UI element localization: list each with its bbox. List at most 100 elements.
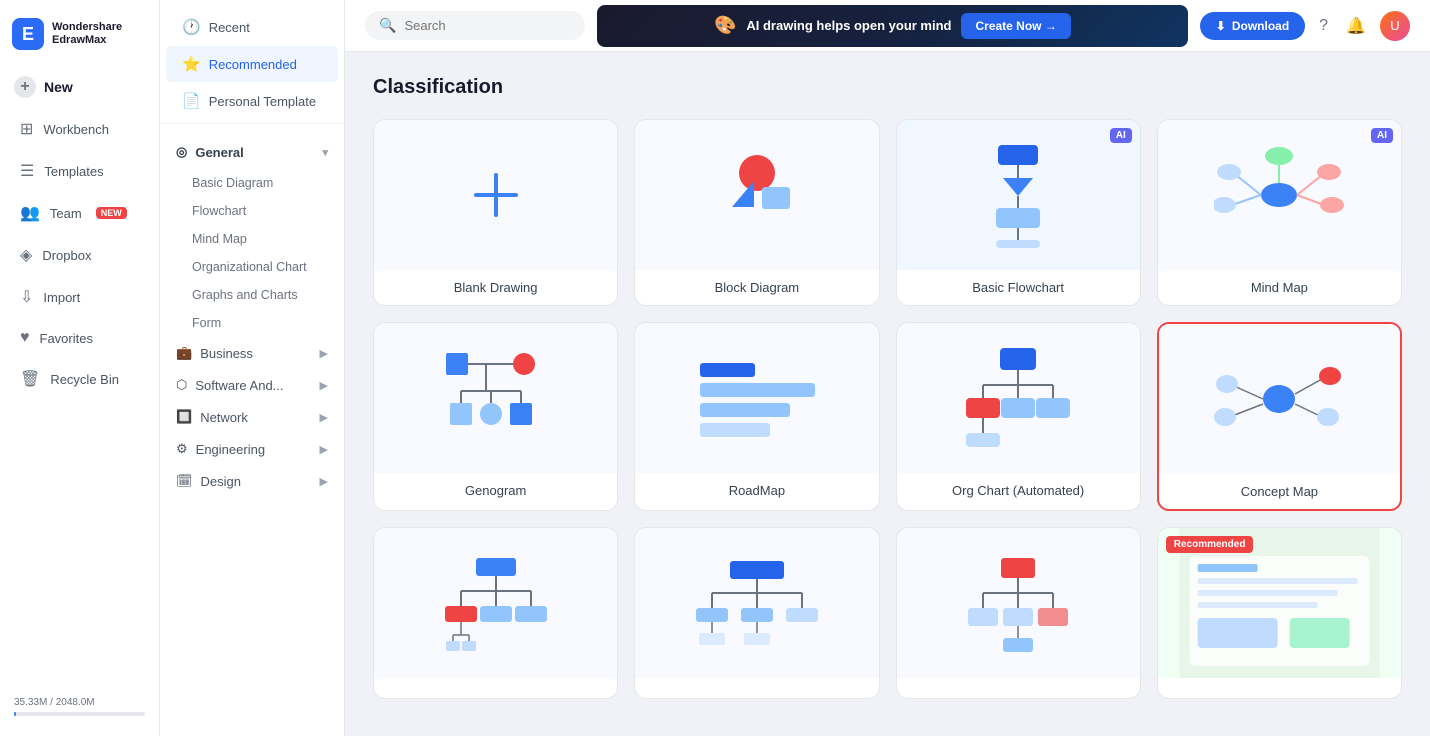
card-image-flowchart: AI xyxy=(897,120,1140,270)
logo-icon: E xyxy=(12,18,44,50)
card-image-mindmap: AI xyxy=(1158,120,1401,270)
new-button[interactable]: + New xyxy=(0,66,159,108)
block-diagram-icon xyxy=(702,145,812,245)
recycle-icon: 🗑 xyxy=(20,369,40,389)
card-label-tree2 xyxy=(897,678,1140,698)
roadmap-icon xyxy=(692,348,822,448)
sidebar-item-import[interactable]: ⇩ Import xyxy=(6,277,153,317)
sub-mind-map[interactable]: Mind Map xyxy=(160,225,344,253)
template-card-flowchart[interactable]: AI Basic Flowchart xyxy=(896,119,1141,306)
middle-panel: 🕐 Recent ⭐ Recommended 📄 Personal Templa… xyxy=(160,0,345,736)
template-card-genogram[interactable]: Genogram xyxy=(373,322,618,511)
network-category[interactable]: 🔲 Network ▶ xyxy=(160,401,344,433)
storage-track xyxy=(14,712,145,716)
new-badge: NEW xyxy=(96,207,127,219)
card-label-recommended-preview xyxy=(1158,678,1401,698)
general-chevron: ▾ xyxy=(322,146,328,159)
sub-graphs-charts[interactable]: Graphs and Charts xyxy=(160,281,344,309)
sidebar: E Wondershare EdrawMax + New ⊞ Workbench… xyxy=(0,0,160,736)
sub-basic-diagram[interactable]: Basic Diagram xyxy=(160,169,344,197)
card-image-block xyxy=(635,120,878,270)
ai-banner-icon: 🎨 xyxy=(714,15,736,36)
dropbox-icon: ◈ xyxy=(20,245,32,265)
general-category[interactable]: ◎ General ▾ xyxy=(160,135,344,169)
avatar[interactable]: U xyxy=(1380,11,1410,41)
sidebar-item-favorites[interactable]: ♥ Favorites xyxy=(6,319,153,357)
template-card-block[interactable]: Block Diagram xyxy=(634,119,879,306)
ai-banner[interactable]: 🎨 AI drawing helps open your mind Create… xyxy=(597,5,1188,47)
card-label-flowchart: Basic Flowchart xyxy=(897,270,1140,305)
template-card-tree1[interactable] xyxy=(373,527,618,699)
card-image-conceptmap xyxy=(1159,324,1400,474)
card-label-mindmap: Mind Map xyxy=(1158,270,1401,305)
card-label-orgchart: Org Chart (Automated) xyxy=(897,473,1140,508)
template-card-mindmap[interactable]: AI Mind Map xyxy=(1157,119,1402,306)
app-name: Wondershare EdrawMax xyxy=(52,21,122,47)
topbar: 🔍 🎨 AI drawing helps open your mind Crea… xyxy=(345,0,1430,52)
wbs-icon xyxy=(692,553,822,653)
main-content: 🔍 🎨 AI drawing helps open your mind Crea… xyxy=(345,0,1430,736)
engineering-category[interactable]: ⚙ Engineering ▶ xyxy=(160,433,344,465)
help-button[interactable]: ? xyxy=(1315,13,1332,39)
sub-org-chart[interactable]: Organizational Chart xyxy=(160,253,344,281)
team-icon: 👥 xyxy=(20,203,40,223)
search-icon: 🔍 xyxy=(379,17,396,34)
sub-flowchart[interactable]: Flowchart xyxy=(160,197,344,225)
app-logo: E Wondershare EdrawMax xyxy=(0,10,159,66)
network-chevron: ▶ xyxy=(320,411,328,424)
card-label-genogram: Genogram xyxy=(374,473,617,508)
recommended-item[interactable]: ⭐ Recommended xyxy=(166,46,338,82)
card-image-recommended-preview: Recommended xyxy=(1158,528,1401,678)
workbench-icon: ⊞ xyxy=(20,119,33,139)
mindmap-icon xyxy=(1214,140,1344,250)
sidebar-item-dropbox[interactable]: ◈ Dropbox xyxy=(6,235,153,275)
template-card-wbs[interactable] xyxy=(634,527,879,699)
card-label-block: Block Diagram xyxy=(635,270,878,305)
template-card-tree2[interactable] xyxy=(896,527,1141,699)
notification-button[interactable]: 🔔 xyxy=(1342,12,1370,40)
template-card-orgchart[interactable]: Org Chart (Automated) xyxy=(896,322,1141,511)
card-image-tree1 xyxy=(374,528,617,678)
search-input[interactable] xyxy=(404,18,571,33)
template-card-conceptmap[interactable]: Concept Map xyxy=(1157,322,1402,511)
business-category[interactable]: 💼 Business ▶ xyxy=(160,337,344,369)
import-icon: ⇩ xyxy=(20,287,33,307)
ai-badge-mindmap: AI xyxy=(1371,128,1393,143)
card-label-conceptmap: Concept Map xyxy=(1159,474,1400,509)
card-label-wbs xyxy=(635,678,878,698)
card-image-wbs xyxy=(635,528,878,678)
content-area: Classification Blank Drawing xyxy=(345,52,1430,736)
card-image-genogram xyxy=(374,323,617,473)
recommended-badge: Recommended xyxy=(1166,536,1254,553)
software-category[interactable]: ⬡ Software And... ▶ xyxy=(160,369,344,401)
conceptmap-icon xyxy=(1214,344,1344,454)
download-button[interactable]: ⬇ Download xyxy=(1200,12,1305,40)
templates-icon: ☰ xyxy=(20,161,34,181)
page-title: Classification xyxy=(373,76,1402,99)
template-card-blank[interactable]: Blank Drawing xyxy=(373,119,618,306)
design-icon: 🗓 xyxy=(176,473,193,489)
sidebar-item-workbench[interactable]: ⊞ Workbench xyxy=(6,109,153,149)
network-icon: 🔲 xyxy=(176,409,192,425)
sidebar-item-recycle[interactable]: 🗑 Recycle Bin xyxy=(6,359,153,399)
ai-create-button[interactable]: Create Now → xyxy=(961,13,1070,39)
sidebar-item-team[interactable]: 👥 Team NEW xyxy=(6,193,153,233)
card-label-tree1 xyxy=(374,678,617,698)
template-card-recommended-preview[interactable]: Recommended xyxy=(1157,527,1402,699)
personal-template-item[interactable]: 📄 Personal Template xyxy=(166,83,338,119)
search-box[interactable]: 🔍 xyxy=(365,11,585,40)
recent-icon: 🕐 xyxy=(182,18,201,36)
recent-item[interactable]: 🕐 Recent xyxy=(166,9,338,45)
template-card-roadmap[interactable]: RoadMap xyxy=(634,322,879,511)
design-category[interactable]: 🗓 Design ▶ xyxy=(160,465,344,497)
sub-form[interactable]: Form xyxy=(160,309,344,337)
storage-text: 35.33M / 2048.0M xyxy=(14,697,145,708)
sidebar-item-templates[interactable]: ☰ Templates xyxy=(6,151,153,191)
design-chevron: ▶ xyxy=(320,475,328,488)
orgchart-icon xyxy=(958,343,1078,453)
tree1-icon xyxy=(441,553,551,653)
personal-template-icon: 📄 xyxy=(182,92,201,110)
card-image-roadmap xyxy=(635,323,878,473)
blank-drawing-icon xyxy=(466,165,526,225)
software-chevron: ▶ xyxy=(320,379,328,392)
